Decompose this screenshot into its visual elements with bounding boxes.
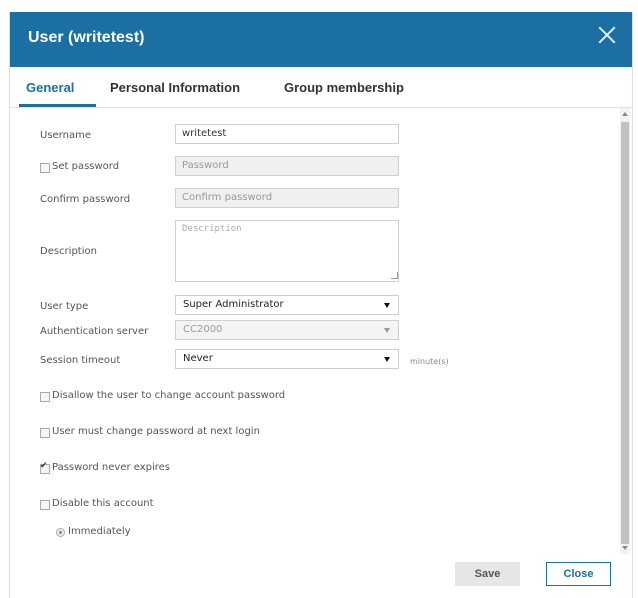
never-expires-checkbox[interactable] <box>40 461 50 474</box>
immediately-label: Immediately <box>68 526 131 537</box>
username-label: Username <box>40 130 91 141</box>
password-input[interactable]: Password <box>175 156 399 176</box>
chevron-down-icon <box>384 357 390 362</box>
general-form: Username writetest Set password Password… <box>10 108 632 538</box>
must-change-label: User must change password at next login <box>52 426 260 437</box>
close-icon[interactable] <box>596 24 618 46</box>
dialog-titlebar: User (writetest) <box>10 12 632 67</box>
description-textarea[interactable]: Description <box>175 220 399 282</box>
set-password-label: Set password <box>52 161 120 172</box>
scrollbar-thumb[interactable] <box>621 122 629 544</box>
confirm-password-label: Confirm password <box>40 194 131 205</box>
active-tab-indicator <box>19 104 96 107</box>
authentication-server-label: Authentication server <box>40 326 149 337</box>
authentication-server-select[interactable]: CC2000 <box>175 320 399 340</box>
scroll-up-icon[interactable] <box>622 112 628 116</box>
session-timeout-label: Session timeout <box>40 355 121 366</box>
user-dialog: User (writetest) General Personal Inform… <box>9 12 633 598</box>
authentication-server-value: CC2000 <box>183 324 223 335</box>
confirm-password-input[interactable]: Confirm password <box>175 188 399 208</box>
tab-general[interactable]: General <box>26 80 74 95</box>
close-button[interactable]: Close <box>546 562 611 586</box>
dialog-title: User (writetest) <box>28 29 145 46</box>
user-type-value: Super Administrator <box>183 299 284 310</box>
username-input[interactable]: writetest <box>175 124 399 144</box>
description-label: Description <box>40 246 97 257</box>
set-password-checkbox[interactable] <box>40 163 50 173</box>
content-scrollbar[interactable] <box>620 108 630 554</box>
resize-handle[interactable] <box>391 272 398 279</box>
tab-personal-information[interactable]: Personal Information <box>110 80 240 95</box>
never-expires-label: Password never expires <box>52 462 171 473</box>
chevron-down-icon <box>384 328 390 333</box>
scroll-down-icon[interactable] <box>622 546 628 550</box>
session-timeout-unit: minute(s) <box>410 357 449 366</box>
chevron-down-icon <box>384 303 390 308</box>
disallow-change-checkbox[interactable] <box>40 392 50 402</box>
disallow-change-label: Disallow the user to change account pass… <box>52 390 286 401</box>
must-change-checkbox[interactable] <box>40 428 50 438</box>
disable-account-checkbox[interactable] <box>40 500 50 510</box>
tab-bar: General Personal Information Group membe… <box>10 67 632 108</box>
session-timeout-select[interactable]: Never <box>175 349 399 369</box>
immediately-radio[interactable] <box>56 528 65 537</box>
user-type-label: User type <box>40 301 89 312</box>
tab-group-membership[interactable]: Group membership <box>284 80 404 95</box>
disable-account-label: Disable this account <box>52 498 154 509</box>
user-type-select[interactable]: Super Administrator <box>175 295 399 315</box>
session-timeout-value: Never <box>183 353 213 364</box>
save-button[interactable]: Save <box>455 562 520 586</box>
